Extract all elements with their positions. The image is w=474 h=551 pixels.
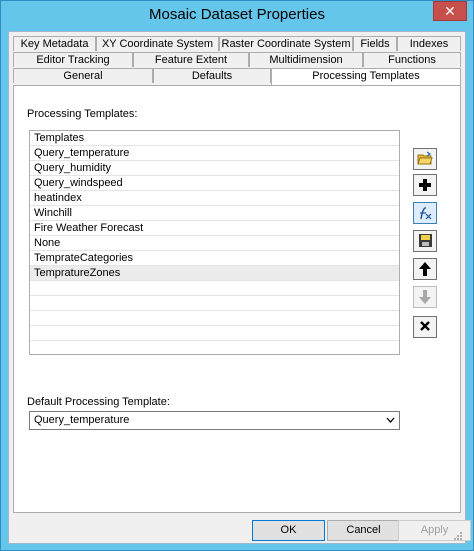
list-item[interactable]: heatindex (30, 191, 399, 206)
default-template-dropdown[interactable]: Query_temperature (29, 411, 400, 430)
move-down-icon (419, 290, 431, 304)
edit-function-icon (420, 207, 432, 220)
dialog-window: Mosaic Dataset Properties ✕ Key Metadata… (0, 0, 474, 551)
tab-xy-coordinate-system[interactable]: XY Coordinate System (96, 36, 219, 51)
move-up-button[interactable] (413, 258, 437, 280)
list-header: Templates (30, 131, 399, 146)
edit-template-button[interactable] (413, 202, 437, 224)
save-icon (418, 234, 432, 247)
list-item-empty[interactable] (30, 296, 399, 311)
list-item[interactable]: Query_windspeed (30, 176, 399, 191)
list-item[interactable]: Query_humidity (30, 161, 399, 176)
processing-templates-label: Processing Templates: (27, 108, 138, 120)
default-template-label: Default Processing Template: (27, 396, 170, 408)
tab-multidimension[interactable]: Multidimension (249, 52, 363, 67)
add-template-button[interactable] (413, 174, 437, 196)
list-item-empty[interactable] (30, 281, 399, 296)
title-bar[interactable]: Mosaic Dataset Properties ✕ (1, 1, 473, 29)
tab-feature-extent[interactable]: Feature Extent (133, 52, 249, 67)
list-item-empty[interactable] (30, 311, 399, 326)
open-folder-icon (417, 151, 433, 165)
add-icon (419, 179, 431, 191)
list-item-selected[interactable]: TempratureZones (30, 266, 399, 281)
list-item[interactable]: None (30, 236, 399, 251)
tab-key-metadata[interactable]: Key Metadata (13, 36, 96, 51)
move-up-icon (419, 262, 431, 276)
tab-general[interactable]: General (13, 68, 153, 83)
list-item-empty[interactable] (30, 341, 399, 354)
default-template-value: Query_temperature (34, 414, 130, 426)
tab-editor-tracking[interactable]: Editor Tracking (13, 52, 133, 67)
processing-templates-panel: Processing Templates: Templates Query_te… (13, 85, 461, 513)
ok-button[interactable]: OK (252, 520, 325, 541)
list-item[interactable]: Winchill (30, 206, 399, 221)
resize-grip-icon[interactable] (453, 531, 463, 541)
remove-template-button[interactable] (413, 316, 437, 338)
tab-raster-coordinate-system[interactable]: Raster Coordinate System (219, 36, 353, 51)
tab-indexes[interactable]: Indexes (397, 36, 461, 51)
close-button[interactable]: ✕ (433, 1, 467, 21)
list-item[interactable]: TemprateCategories (30, 251, 399, 266)
remove-icon (420, 321, 430, 331)
list-item-empty[interactable] (30, 326, 399, 341)
dialog-client-area: Key Metadata XY Coordinate System Raster… (8, 31, 471, 544)
open-template-button[interactable] (413, 148, 437, 170)
tab-functions[interactable]: Functions (363, 52, 461, 67)
tab-fields[interactable]: Fields (353, 36, 397, 51)
tab-defaults[interactable]: Defaults (153, 68, 271, 83)
tab-processing-templates[interactable]: Processing Templates (271, 68, 461, 85)
move-down-button[interactable] (413, 286, 437, 308)
list-item[interactable]: Query_temperature (30, 146, 399, 161)
save-template-button[interactable] (413, 230, 437, 252)
chevron-down-icon (386, 417, 395, 423)
window-title: Mosaic Dataset Properties (149, 6, 325, 23)
list-item[interactable]: Fire Weather Forecast (30, 221, 399, 236)
cancel-button[interactable]: Cancel (327, 520, 400, 541)
templates-list[interactable]: Templates Query_temperature Query_humidi… (29, 130, 400, 355)
